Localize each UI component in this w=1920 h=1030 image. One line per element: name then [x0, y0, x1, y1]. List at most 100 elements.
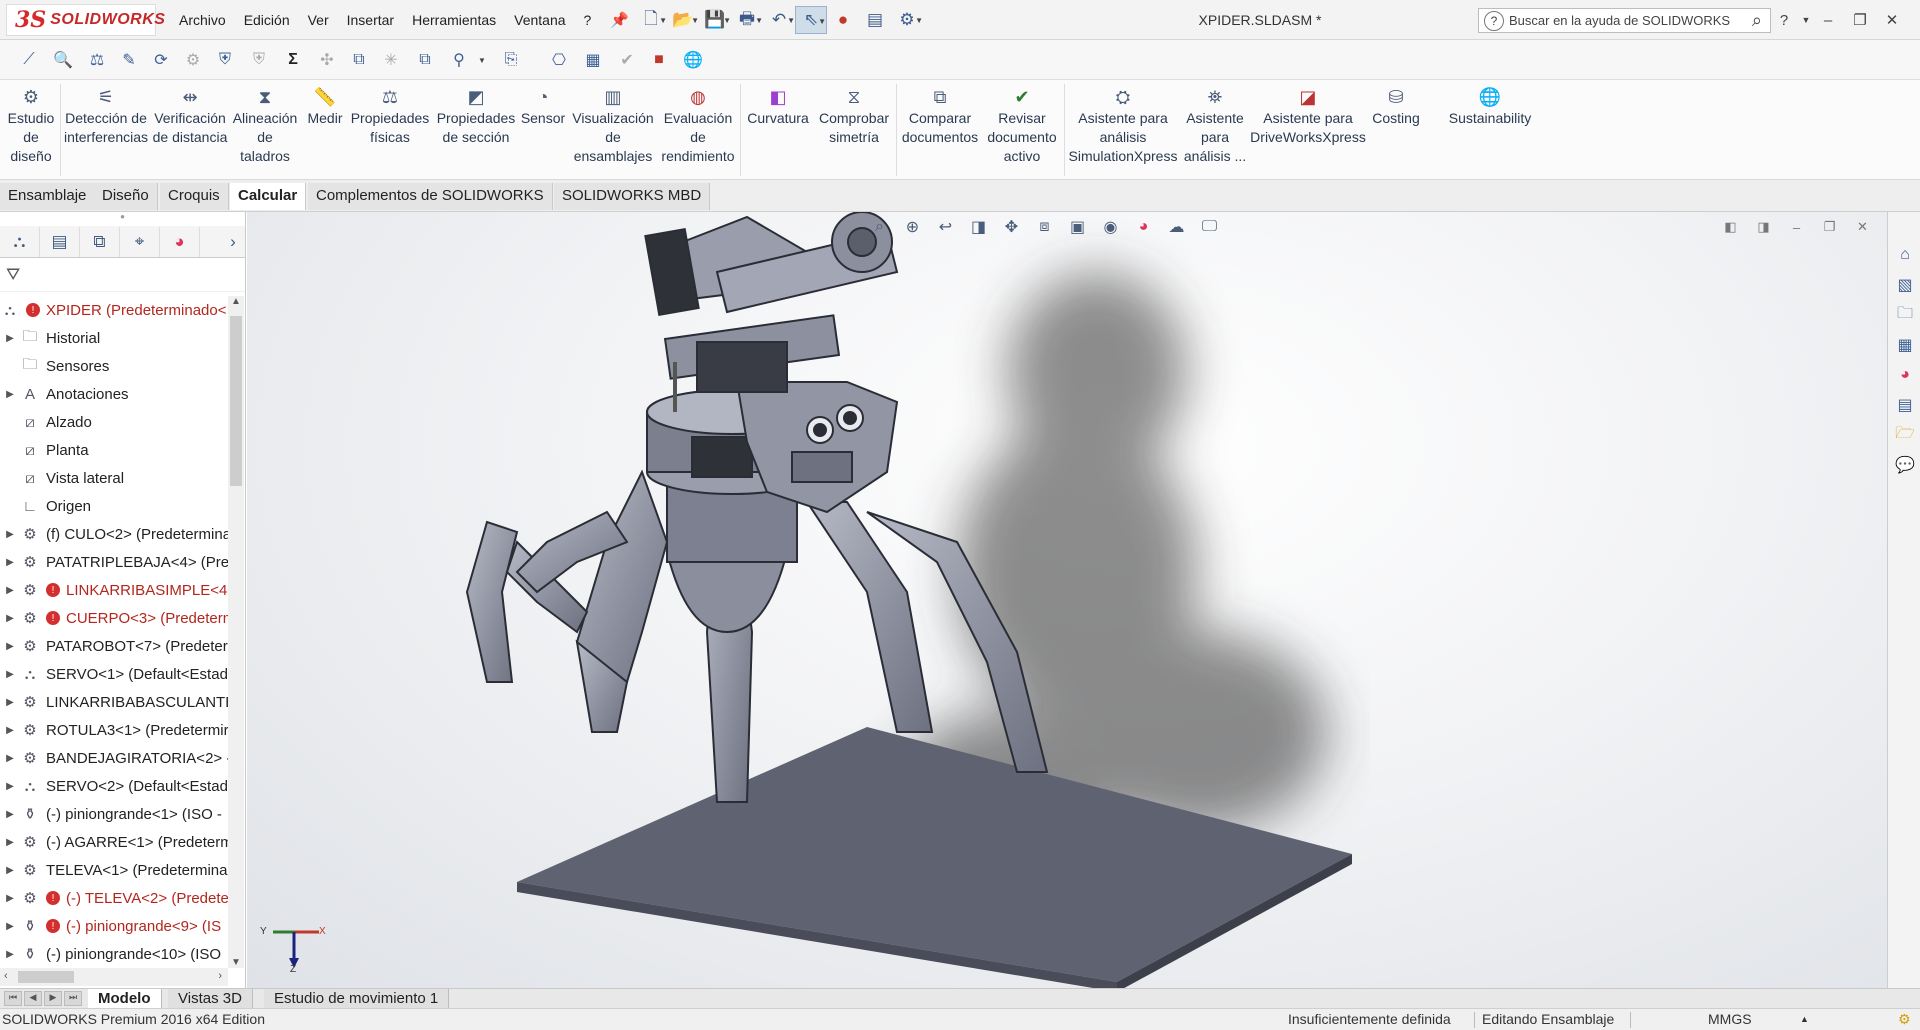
- globe-button[interactable]: 🌐: [680, 48, 706, 72]
- tree-item[interactable]: ∟ Origen: [0, 492, 228, 520]
- tree-vertical-scrollbar[interactable]: ▲ ▼: [228, 296, 244, 968]
- save-button[interactable]: 💾 ▼: [699, 6, 731, 34]
- tree-filter[interactable]: ⛛: [0, 258, 245, 292]
- help-dropdown-button[interactable]: ?: [1768, 12, 1800, 29]
- rebuild-status-icon[interactable]: ⚙: [1898, 1011, 1911, 1028]
- expand-arrow-icon[interactable]: ▶: [0, 389, 20, 400]
- performance-evaluation-button[interactable]: ◍ Evaluación de rendimiento: [658, 86, 738, 166]
- tab-diseno[interactable]: Diseño: [94, 183, 158, 210]
- smart-dimension-button[interactable]: ⟋: [16, 48, 42, 72]
- featuremanager-tab[interactable]: ⛬: [0, 226, 40, 257]
- analysis-wizard-button[interactable]: ⛯ Asistente para análisis ...: [1182, 86, 1248, 166]
- menu-ver[interactable]: Ver: [299, 12, 338, 28]
- expand-arrow-icon[interactable]: ▶: [0, 893, 20, 904]
- edit-appearance-icon[interactable]: ◕: [1127, 218, 1160, 236]
- menu-herramientas[interactable]: Herramientas: [403, 12, 505, 28]
- view-settings-icon[interactable]: 🖵: [1193, 218, 1226, 236]
- tree-item[interactable]: ▶ ⚙! CUERPO<3> (Predeterm: [0, 604, 228, 632]
- design-library-tab[interactable]: ▧: [1892, 272, 1918, 298]
- display-manager-tab[interactable]: ◕: [160, 226, 200, 257]
- viewport-close-button[interactable]: ✕: [1846, 219, 1879, 235]
- tree-horizontal-scrollbar[interactable]: ‹ ›: [0, 968, 228, 986]
- tree-item[interactable]: ▶ ⚙! (-) TELEVA<2> (Predete: [0, 884, 228, 912]
- options-button[interactable]: ⚙ ▼: [891, 6, 923, 34]
- tile-left-icon[interactable]: ◧: [1714, 219, 1747, 235]
- assembly-visualization-button[interactable]: ▥ Visualización de ensamblajes: [570, 86, 656, 166]
- scroll-up-icon[interactable]: ▲: [228, 296, 244, 307]
- print-button[interactable]: 🖶 ▼: [731, 6, 763, 34]
- zoom-to-area-icon[interactable]: ⊕: [896, 217, 929, 237]
- tree-item[interactable]: ▶ ⚙ TELEVA<1> (Predetermina: [0, 856, 228, 884]
- panel-grip[interactable]: ●: [0, 212, 245, 226]
- sustainability-button[interactable]: 🌐 Sustainability: [1440, 86, 1540, 128]
- check-button[interactable]: ⛨: [212, 48, 238, 72]
- file-explorer-tab[interactable]: 🗀: [1892, 302, 1918, 328]
- expand-arrow-icon[interactable]: ▶: [0, 725, 20, 736]
- expand-arrow-icon[interactable]: ▶: [0, 669, 20, 680]
- check-active-document-button[interactable]: ✔ Revisar documento activo: [984, 86, 1060, 166]
- zoom-fit-button[interactable]: 🔍: [50, 48, 76, 72]
- tree-item[interactable]: ▶ ⛬ SERVO<1> (Default<Estad: [0, 660, 228, 688]
- tree-root-assembly[interactable]: ⛬! XPIDER (Predeterminado<: [0, 296, 228, 324]
- balance-button[interactable]: ⚖: [84, 48, 110, 72]
- color-button[interactable]: ■: [646, 48, 672, 72]
- accept-button[interactable]: ✔: [614, 48, 640, 72]
- forum-tab[interactable]: 💬: [1892, 452, 1918, 478]
- driveworksxpress-button[interactable]: ◪ Asistente para DriveWorksXpress: [1250, 86, 1366, 147]
- tree-item[interactable]: ▶ ⚙! LINKARRIBASIMPLE<4>: [0, 576, 228, 604]
- symmetry-check-button[interactable]: ⧖ Comprobar simetría: [814, 86, 894, 147]
- help-search-box[interactable]: ? Buscar en la ayuda de SOLIDWORKS ⌕: [1478, 8, 1771, 33]
- solidworks-resources-tab[interactable]: ⌂: [1892, 242, 1918, 268]
- minimize-button[interactable]: –: [1812, 12, 1844, 29]
- tree-item[interactable]: ▶ ⚙ LINKARRIBABASCULANTE<: [0, 688, 228, 716]
- scroll-thumb[interactable]: [18, 971, 74, 983]
- menu-help[interactable]: ?: [575, 12, 601, 28]
- restore-button[interactable]: ❐: [1844, 11, 1876, 29]
- open-button[interactable]: 📂 ▼: [667, 6, 699, 34]
- next-tab-icon[interactable]: ▶: [44, 991, 62, 1006]
- expand-arrow-icon[interactable]: ▶: [0, 613, 20, 624]
- clearance-verification-button[interactable]: ⇹ Verificación de distancia: [152, 86, 228, 147]
- tab-croquis[interactable]: Croquis: [160, 183, 229, 210]
- verify-button[interactable]: ⛨: [246, 48, 272, 72]
- tab-modelo[interactable]: Modelo: [88, 989, 162, 1009]
- menu-archivo[interactable]: Archivo: [170, 12, 235, 28]
- tree-item[interactable]: ▶ ⚙ PATATRIPLEBAJA<4> (Prec: [0, 548, 228, 576]
- tab-solidworks-mbd[interactable]: SOLIDWORKS MBD: [554, 183, 711, 210]
- sensor-button[interactable]: ◔ Sensor: [518, 86, 568, 128]
- scroll-thumb[interactable]: [230, 316, 242, 486]
- tree-item[interactable]: ⧄ Planta: [0, 436, 228, 464]
- export-button[interactable]: ⎘: [498, 48, 524, 72]
- dynamic-annotation-icon[interactable]: ✥: [995, 217, 1028, 237]
- custom-properties-tab[interactable]: ▤: [1892, 392, 1918, 418]
- curvature-button[interactable]: ◧ Curvatura: [744, 86, 812, 128]
- tab-vistas-3d[interactable]: Vistas 3D: [168, 989, 253, 1009]
- scroll-down-icon[interactable]: ▼: [228, 957, 244, 968]
- tree-item[interactable]: ▶ ⚙ (f) CULO<2> (Predetermina: [0, 520, 228, 548]
- graphics-area[interactable]: ⌕ ⊕ ↩ ◨ ✥ ⧈ ▣ ◉ ◕ ☁ 🖵 ◧ ◨ – ❐ ✕ X Y Z: [247, 212, 1887, 988]
- expand-arrow-icon[interactable]: ▶: [0, 585, 20, 596]
- expand-arrow-icon[interactable]: ▶: [0, 753, 20, 764]
- view-orientation-icon[interactable]: ⧈: [1028, 218, 1061, 236]
- tree-item[interactable]: ▶ ⚙ BANDEJAGIRATORIA<2> -: [0, 744, 228, 772]
- rotate-button[interactable]: ⟳: [148, 48, 174, 72]
- tab-complementos[interactable]: Complementos de SOLIDWORKS: [308, 183, 553, 210]
- interference-detection-button[interactable]: ⚟ Detección de interferencias: [64, 86, 148, 147]
- expand-arrow-icon[interactable]: ▶: [0, 557, 20, 568]
- expand-arrow-icon[interactable]: ▶: [0, 949, 20, 960]
- design-study-button[interactable]: ⚙ Estudio de diseño: [4, 86, 58, 166]
- menu-insertar[interactable]: Insertar: [338, 12, 403, 28]
- expand-arrow-icon[interactable]: ▶: [0, 641, 20, 652]
- layer-button[interactable]: ▦: [580, 48, 606, 72]
- pin-menu-icon[interactable]: 📌: [610, 11, 629, 29]
- appearances-tab[interactable]: ◕: [1892, 362, 1918, 388]
- search-icon[interactable]: ⌕: [1752, 10, 1762, 31]
- expand-arrow-icon[interactable]: ▶: [0, 697, 20, 708]
- open-folder-tab[interactable]: 🗁: [1892, 422, 1918, 448]
- expand-arrow-icon[interactable]: ▶: [0, 837, 20, 848]
- disabled-move-button[interactable]: ✣: [314, 48, 340, 72]
- tree-item[interactable]: ▶ 🗀 Historial: [0, 324, 228, 352]
- snapshot-button[interactable]: ⚲: [446, 48, 472, 72]
- section-view-icon[interactable]: ◨: [962, 217, 995, 237]
- expand-arrow-icon[interactable]: ▶: [0, 333, 20, 344]
